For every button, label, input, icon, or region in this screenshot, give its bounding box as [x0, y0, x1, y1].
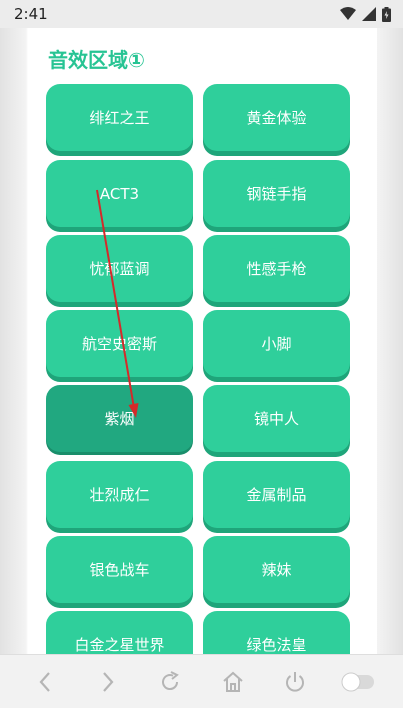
sound-button[interactable]: 黄金体验 — [203, 84, 350, 151]
home-icon — [223, 671, 243, 692]
status-icons — [340, 6, 391, 22]
sound-button[interactable]: 金属制品 — [203, 461, 350, 528]
back-icon — [39, 671, 51, 692]
home-button[interactable] — [213, 662, 253, 702]
refresh-icon — [162, 670, 180, 690]
sound-button[interactable]: 绯红之王 — [46, 84, 193, 151]
sound-button[interactable]: 辣妹 — [203, 536, 350, 603]
sound-button[interactable]: 白金之星世界 — [46, 611, 193, 654]
status-bar: 2:41 — [0, 0, 403, 28]
main-content: 音效区域① 绯红之王 黄金体验 ACT3 钢链手指 忧郁蓝调 性感手枪 航空史密斯 小脚 紫烟镜… — [28, 28, 377, 654]
back-button[interactable] — [25, 662, 65, 702]
sound-button[interactable]: 镜中人 — [203, 385, 350, 452]
section-title: 音效区域① — [48, 48, 145, 72]
toggle-icon — [341, 672, 374, 691]
sound-button[interactable]: ACT3 — [46, 160, 193, 227]
wifi-icon — [340, 7, 356, 20]
sound-button[interactable]: 航空史密斯 — [46, 310, 193, 377]
sound-button[interactable]: 忧郁蓝调 — [46, 235, 193, 302]
power-icon — [286, 671, 305, 692]
sound-button[interactable]: 小脚 — [203, 310, 350, 377]
bottom-navigation-bar — [0, 654, 403, 708]
battery-icon — [382, 6, 391, 22]
theme-toggle[interactable] — [338, 662, 378, 702]
refresh-button[interactable] — [150, 662, 190, 702]
sound-button[interactable]: 绿色法皇 — [203, 611, 350, 654]
sound-button[interactable]: 银色战车 — [46, 536, 193, 603]
forward-icon — [102, 671, 114, 692]
cell-signal-icon — [362, 7, 376, 21]
sound-button[interactable]: 紫烟 — [46, 385, 193, 452]
forward-button[interactable] — [88, 662, 128, 702]
sound-button[interactable]: 壮烈成仁 — [46, 461, 193, 528]
sound-button[interactable]: 钢链手指 — [203, 160, 350, 227]
sound-button[interactable]: 性感手枪 — [203, 235, 350, 302]
status-time: 2:41 — [14, 5, 48, 23]
power-button[interactable] — [275, 662, 315, 702]
